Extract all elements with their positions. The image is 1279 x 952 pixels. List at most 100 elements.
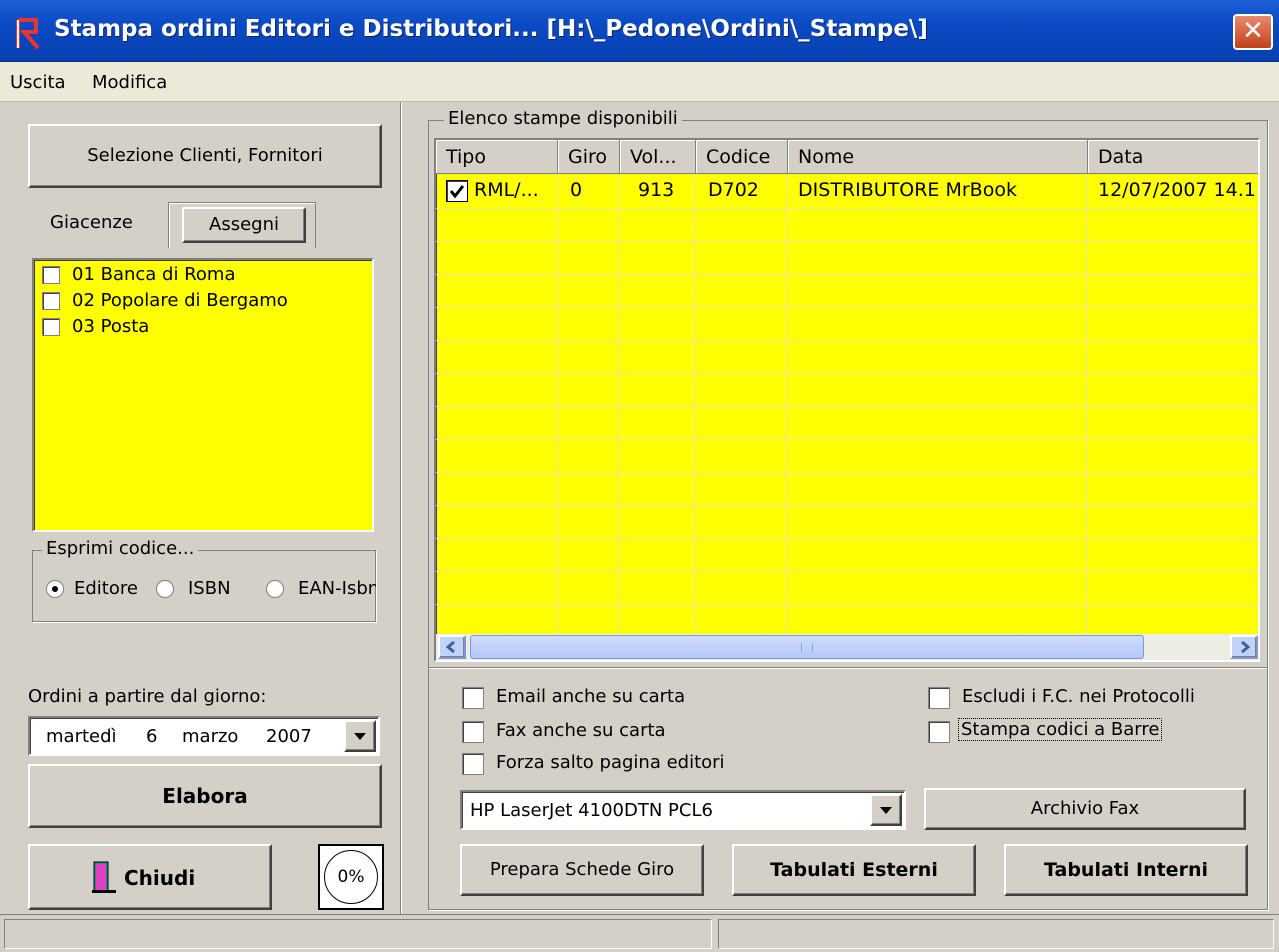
grid-line [787, 174, 788, 634]
email-label: Email anche su carta [496, 686, 686, 707]
stampe-grid: Tipo Giro Vol... Codice Nome Data RML/..… [434, 138, 1260, 662]
scroll-grip [801, 643, 813, 652]
grid-line [436, 439, 1258, 440]
grid-line [436, 241, 1258, 242]
grid-line [436, 406, 1258, 407]
col-header-vol[interactable]: Vol... [620, 140, 696, 174]
chiudi-label: Chiudi [124, 866, 196, 890]
client-area: Selezione Clienti, Fornitori Giacenze As… [0, 102, 1279, 952]
col-header-tipo[interactable]: Tipo [436, 140, 558, 174]
tabulati-interni-button[interactable]: Tabulati Interni [1004, 844, 1248, 896]
cell-codice: D702 [708, 179, 759, 201]
chevron-down-icon [880, 807, 892, 814]
menu-uscita[interactable]: Uscita [10, 72, 66, 93]
scroll-thumb[interactable] [470, 635, 1144, 659]
table-row[interactable]: RML/... 0 913 D702 DISTRIBUTORE MrBook 1… [436, 174, 1258, 208]
fax-label: Fax anche su carta [496, 720, 666, 741]
bank-checkbox[interactable] [42, 292, 60, 310]
scroll-left-button[interactable] [438, 635, 466, 659]
window-title: Stampa ordini Editori e Distributori... … [54, 16, 928, 42]
door-icon [92, 861, 116, 893]
grid-line [436, 340, 1258, 341]
grid-line [695, 174, 696, 634]
escludi-fc-checkbox[interactable] [928, 687, 950, 709]
arrow-left-icon [445, 640, 455, 654]
printer-dropdown-button[interactable] [870, 794, 902, 826]
grid-line [557, 174, 558, 634]
app-icon [16, 18, 40, 50]
tab-giacenze[interactable]: Giacenze [50, 212, 133, 233]
salto-pagina-checkbox[interactable] [462, 753, 484, 775]
col-header-nome[interactable]: Nome [788, 140, 1088, 174]
radio-isbn[interactable] [156, 580, 174, 598]
archivio-fax-button[interactable]: Archivio Fax [924, 788, 1246, 830]
code-group-options: Editore ISBN EAN-Isbn [32, 550, 376, 622]
date-day: 6 [146, 726, 158, 747]
scroll-right-button[interactable] [1230, 635, 1258, 659]
horizontal-scrollbar[interactable] [436, 634, 1258, 660]
menu-bar: Uscita Modifica [0, 62, 1279, 102]
bank-label: 01 Banca di Roma [72, 264, 236, 285]
radio-editore[interactable] [46, 580, 64, 598]
menu-modifica[interactable]: Modifica [92, 72, 167, 93]
date-label: Ordini a partire dal giorno: [28, 686, 267, 707]
title-bar: Stampa ordini Editori e Distributori... … [0, 0, 1279, 62]
grid-line [436, 373, 1258, 374]
bank-label: 03 Posta [72, 316, 150, 337]
chevron-down-icon [354, 733, 366, 740]
grid-line [436, 571, 1258, 572]
cell-giro: 0 [570, 179, 583, 201]
status-bar [0, 914, 1279, 952]
grid-line [436, 472, 1258, 473]
email-checkbox[interactable] [462, 687, 484, 709]
barre-label: Stampa codici a Barre [958, 718, 1163, 741]
escludi-fc-label: Escludi i F.C. nei Protocolli [962, 686, 1195, 707]
date-dropdown-button[interactable] [344, 720, 376, 752]
bank-list: 01 Banca di Roma 02 Popolare di Bergamo … [32, 258, 374, 532]
tab-assegni[interactable]: Assegni [182, 207, 306, 243]
date-picker[interactable]: martedì 6 marzo 2007 [28, 716, 380, 756]
date-month: marzo [182, 726, 239, 747]
chiudi-button[interactable]: Chiudi [28, 844, 272, 910]
date-year: 2007 [266, 726, 312, 747]
printer-value: HP LaserJet 4100DTN PCL6 [470, 800, 713, 821]
radio-isbn-label: ISBN [188, 578, 231, 599]
radio-ean-label: EAN-Isbn [298, 578, 376, 599]
stampe-group-legend: Elenco stampe disponibili [444, 108, 682, 129]
barre-checkbox[interactable] [928, 721, 950, 743]
grid-line [436, 538, 1258, 539]
status-pane-2 [718, 919, 1274, 949]
select-clients-button[interactable]: Selezione Clienti, Fornitori [28, 124, 382, 188]
prepara-schede-button[interactable]: Prepara Schede Giro [460, 844, 704, 896]
elabora-button[interactable]: Elabora [28, 764, 382, 828]
close-button[interactable]: ✕ [1233, 14, 1273, 50]
grid-line [1087, 174, 1088, 634]
cell-nome: DISTRIBUTORE MrBook [798, 179, 1017, 201]
date-weekday: martedì [46, 726, 117, 747]
grid-line [436, 274, 1258, 275]
printer-select[interactable]: HP LaserJet 4100DTN PCL6 [460, 790, 906, 830]
cell-vol: 913 [638, 179, 675, 201]
salto-pagina-label: Forza salto pagina editori [496, 752, 725, 773]
progress-text: 0% [324, 850, 378, 904]
row-checkbox[interactable] [446, 180, 468, 202]
bank-checkbox[interactable] [42, 318, 60, 336]
fax-checkbox[interactable] [462, 721, 484, 743]
grid-line [436, 604, 1258, 605]
grid-line [619, 174, 620, 634]
bank-checkbox[interactable] [42, 266, 60, 284]
radio-ean[interactable] [266, 580, 284, 598]
status-pane-1 [4, 919, 712, 949]
grid-line [436, 307, 1258, 308]
grid-line [436, 505, 1258, 506]
grid-line [436, 208, 1258, 209]
panel-divider [400, 102, 402, 914]
col-header-giro[interactable]: Giro [558, 140, 620, 174]
cell-data: 12/07/2007 14.1 [1098, 179, 1256, 201]
arrow-right-icon [1241, 640, 1251, 654]
bank-label: 02 Popolare di Bergamo [72, 290, 288, 311]
col-header-codice[interactable]: Codice [696, 140, 788, 174]
tabulati-esterni-button[interactable]: Tabulati Esterni [732, 844, 976, 896]
col-header-data[interactable]: Data [1088, 140, 1258, 174]
radio-editore-label: Editore [74, 578, 138, 599]
